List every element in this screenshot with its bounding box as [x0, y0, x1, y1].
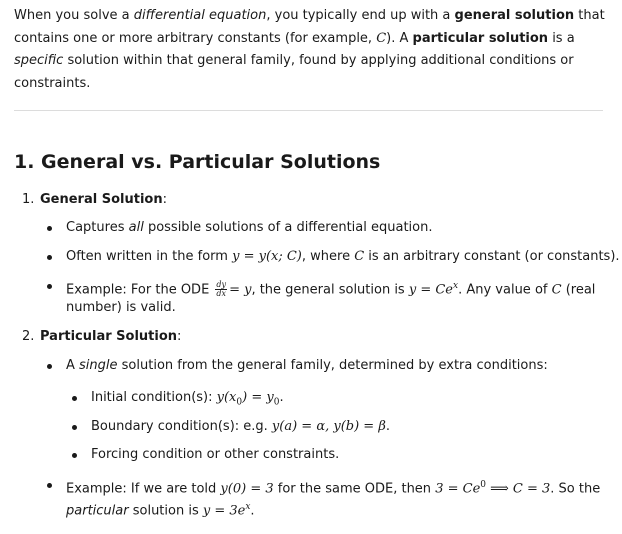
- bullet-dot: [47, 226, 52, 231]
- bullet-math: y(x: [216, 390, 237, 405]
- bullet-math: ) = y: [242, 390, 274, 405]
- bullet-item: A single solution from the general famil…: [47, 355, 548, 377]
- bullet-math: y(a) = α, y(b) = β: [271, 419, 386, 434]
- bullet-text: Example: If we are told: [66, 481, 221, 497]
- bullet-text: . So the: [550, 481, 601, 497]
- bullet-text: solution is: [128, 503, 203, 519]
- bullet-text: Often written in the form: [66, 249, 233, 264]
- bullet-math: y = y(x; C): [232, 249, 302, 264]
- bullet-text: , the general solution is: [251, 282, 409, 298]
- bullet-continuation: number) is valid.: [66, 297, 176, 319]
- bullet-dot: [72, 425, 77, 430]
- intro-bold-general-solution: general solution: [454, 8, 575, 23]
- intro-bold-particular-solution: particular solution: [412, 30, 549, 46]
- bullet-text: solution from the general family, determ…: [117, 358, 548, 373]
- bullet-math: C: [354, 249, 365, 264]
- list-number: 2.: [22, 329, 35, 344]
- bullet-dot: [72, 453, 77, 458]
- list-colon: :: [177, 329, 182, 344]
- sub-bullet-item: Boundary condition(s): e.g. y(a) = α, y(…: [72, 416, 390, 438]
- bullet-math: ⟹ C = 3: [486, 481, 551, 497]
- page: When you solve a differential equation, …: [0, 0, 622, 534]
- bullet-emph: single: [79, 358, 118, 373]
- bullet-text: Forcing condition or other constraints.: [91, 447, 340, 462]
- bullet-text: (real: [561, 282, 596, 298]
- horizontal-divider: [14, 110, 603, 111]
- bullet-math: 3 = Ce: [435, 481, 481, 497]
- bullet-dot: [47, 483, 52, 488]
- bullet-text: .: [250, 503, 255, 519]
- bullet-math: y = 3e: [202, 503, 246, 519]
- bullet-text: Example: For the ODE: [66, 282, 214, 298]
- bullet-text: number) is valid.: [66, 300, 176, 315]
- bullet-text: . Any value of: [458, 282, 552, 298]
- intro-text: solution within that general family, fou…: [14, 53, 574, 91]
- intro-math-c: C: [376, 30, 387, 46]
- bullet-text: .: [385, 419, 390, 434]
- bullet-text: Captures: [66, 220, 129, 235]
- bullet-text: Boundary condition(s): e.g.: [91, 419, 272, 434]
- list-label: General Solution: [40, 192, 163, 207]
- intro-emph-differential-equation: differential equation: [133, 8, 267, 23]
- bullet-math: y(0) = 3: [220, 481, 274, 497]
- list-item-general-solution: 1. General Solution:: [22, 189, 167, 211]
- bullet-item: Captures all possible solutions of a dif…: [47, 217, 433, 239]
- bullet-text: possible solutions of a differential equ…: [143, 220, 433, 235]
- list-colon: :: [162, 192, 167, 207]
- intro-paragraph: When you solve a differential equation, …: [14, 5, 610, 95]
- bullet-item: Often written in the form y = y(x; C), w…: [47, 246, 620, 268]
- bullet-text: for the same ODE, then: [273, 481, 436, 497]
- bullet-dot: [47, 255, 52, 260]
- bullet-math: y = Ce: [408, 282, 453, 298]
- intro-text: , you typically end up with a: [266, 8, 455, 23]
- sub-bullet-item: Initial condition(s): y(x0) = y0.: [72, 387, 284, 414]
- list-number: 1.: [22, 192, 35, 207]
- section-heading: 1. General vs. Particular Solutions: [14, 151, 381, 173]
- bullet-continuation: particular solution is y = 3ex.: [66, 496, 255, 522]
- bullet-emph: particular: [66, 503, 129, 519]
- list-item-particular-solution: 2. Particular Solution:: [22, 326, 181, 348]
- sub-bullet-item: Forcing condition or other constraints.: [72, 444, 340, 466]
- bullet-dot: [47, 284, 52, 289]
- bullet-text: Initial condition(s):: [91, 390, 217, 405]
- bullet-math: C: [551, 282, 562, 298]
- bullet-dot: [47, 364, 52, 369]
- intro-text: ). A: [386, 30, 413, 46]
- bullet-dot: [72, 396, 77, 401]
- list-label: Particular Solution: [40, 329, 178, 344]
- fraction-dy-dx: dy dx: [215, 281, 228, 299]
- intro-emph-specific: specific: [14, 53, 64, 68]
- intro-text: When you solve a: [14, 8, 134, 23]
- bullet-text: .: [279, 390, 284, 405]
- bullet-text: , where: [301, 249, 355, 264]
- fraction-denominator: dx: [216, 289, 227, 299]
- bullet-math: = y: [229, 282, 252, 298]
- bullet-emph: all: [128, 220, 144, 235]
- intro-text: is a: [548, 30, 575, 46]
- bullet-text: A: [66, 358, 80, 373]
- bullet-text: is an arbitrary constant (or constants).: [364, 249, 620, 264]
